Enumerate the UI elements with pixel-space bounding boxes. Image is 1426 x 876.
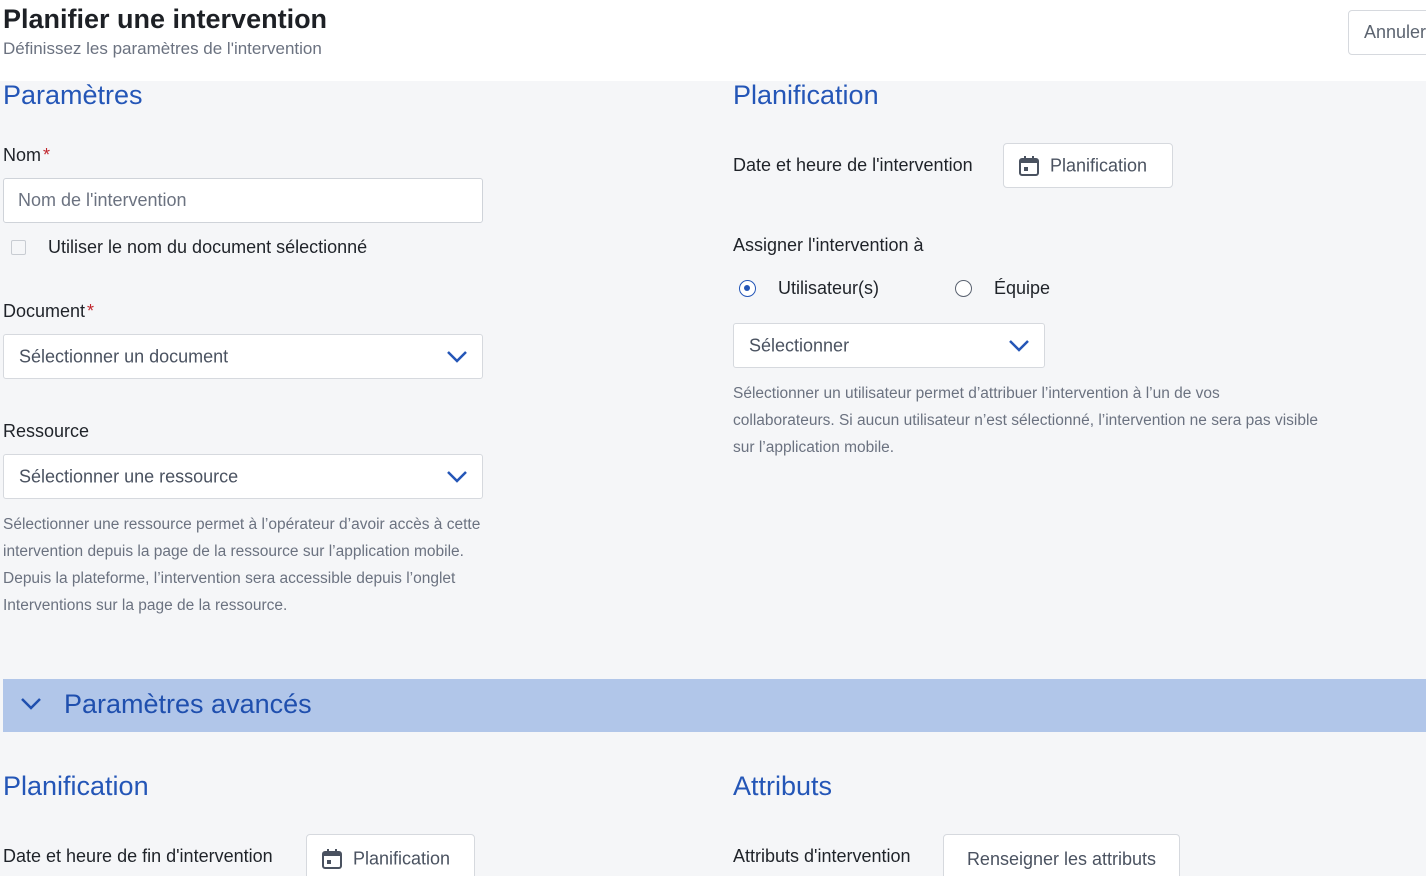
use-document-name-label: Utiliser le nom du document sélectionné	[48, 237, 368, 257]
resource-select[interactable]: Sélectionner une ressource	[3, 454, 483, 499]
attributes-section-title: Attributs	[733, 771, 833, 801]
end-schedule-button-label: Planification	[353, 848, 451, 869]
chevron-down-icon	[447, 350, 467, 363]
resource-select-value: Sélectionner une ressource	[19, 466, 239, 486]
assignee-select-value: Sélectionner	[749, 335, 850, 355]
document-select[interactable]: Sélectionner un document	[3, 334, 483, 379]
assign-label: Assigner l'intervention à	[733, 235, 924, 255]
radio-team[interactable]	[955, 280, 972, 297]
fill-attributes-button[interactable]: Renseigner les attributs	[943, 834, 1180, 876]
chevron-down-icon	[21, 698, 41, 710]
advanced-settings-toggle[interactable]: Paramètres avancés	[3, 679, 1426, 732]
chevron-down-icon	[1009, 339, 1029, 352]
advanced-settings-title: Paramètres avancés	[64, 689, 312, 719]
page-subtitle: Définissez les paramètres de l'intervent…	[3, 39, 322, 58]
name-label: Nom *	[3, 145, 51, 165]
page-title: Planifier une intervention	[3, 4, 328, 34]
radio-team-label: Équipe	[994, 278, 1051, 298]
name-input[interactable]	[3, 178, 483, 223]
document-label: Document *	[3, 301, 95, 321]
required-mark: *	[87, 301, 95, 321]
advanced-planning-title: Planification	[3, 771, 149, 801]
resource-label: Ressource	[3, 421, 90, 441]
cancel-button[interactable]: Annuler	[1348, 10, 1426, 55]
calendar-icon	[322, 849, 342, 869]
planning-section-title: Planification	[733, 80, 879, 110]
required-mark: *	[43, 145, 51, 165]
attributes-label: Attributs d'intervention	[733, 846, 911, 866]
resource-help-text: Sélectionner une ressource permet à l’op…	[3, 516, 481, 614]
schedule-button[interactable]: Planification	[1003, 143, 1173, 188]
assign-help-text: Sélectionner un utilisateur permet d’att…	[733, 385, 1319, 456]
chevron-down-icon	[447, 470, 467, 483]
schedule-button-label: Planification	[1050, 155, 1148, 175]
radio-users-label: Utilisateur(s)	[778, 278, 880, 298]
assignee-select[interactable]: Sélectionner	[733, 323, 1045, 368]
calendar-icon	[1019, 155, 1039, 176]
radio-users[interactable]	[739, 280, 756, 297]
use-document-name-checkbox[interactable]	[11, 240, 26, 255]
document-select-value: Sélectionner un document	[19, 346, 229, 366]
end-schedule-button[interactable]: Planification	[306, 834, 475, 876]
end-date-label: Date et heure de fin d'intervention	[3, 846, 273, 866]
parameters-section-title: Paramètres	[3, 80, 143, 110]
intervention-date-label: Date et heure de l'intervention	[733, 155, 973, 175]
page-header: Planifier une intervention Définissez le…	[0, 0, 1426, 81]
